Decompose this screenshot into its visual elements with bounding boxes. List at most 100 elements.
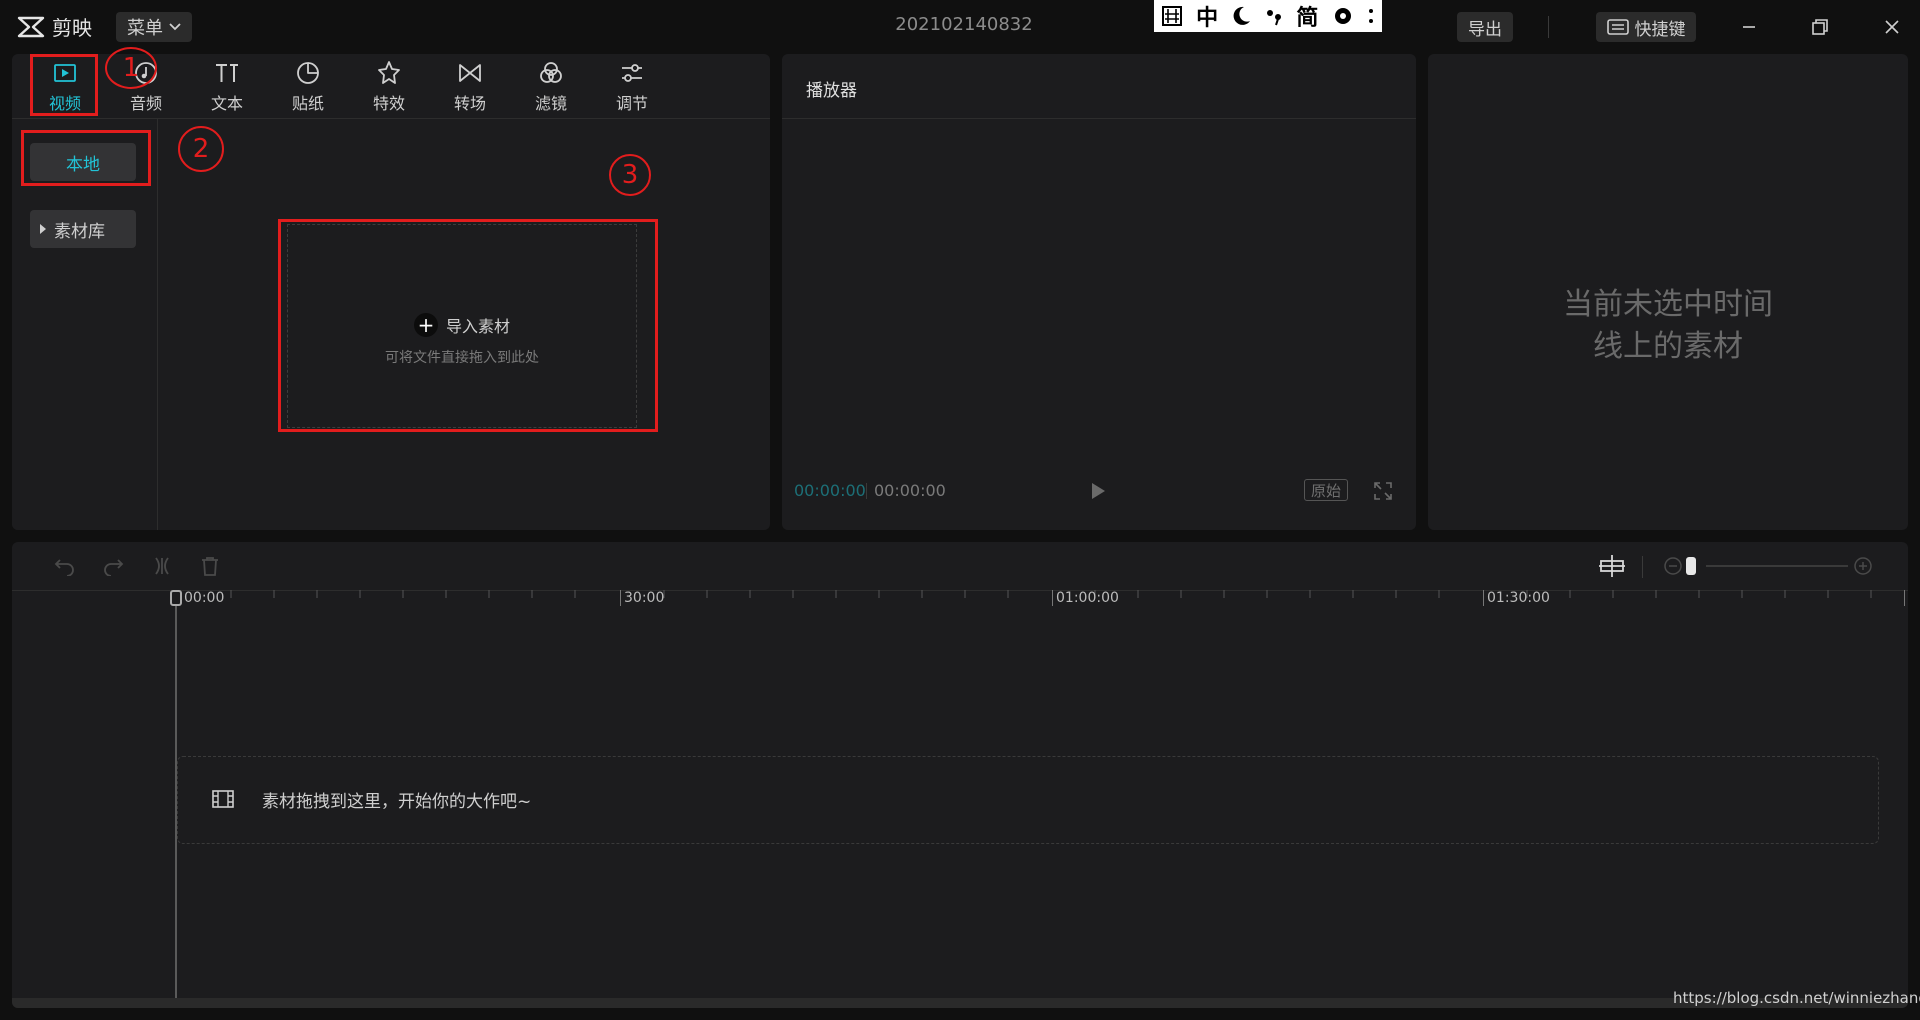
- annotation-box-import: [278, 219, 658, 432]
- player-current-time: 00:00:00: [794, 481, 866, 500]
- punctuation-icon: [1266, 10, 1281, 26]
- export-button[interactable]: 导出: [1457, 12, 1513, 42]
- tab-sticker[interactable]: 贴纸: [273, 58, 343, 116]
- zoom-slider-track[interactable]: [1706, 565, 1848, 567]
- minimize-button[interactable]: [1729, 10, 1769, 44]
- no-selection-line-2: 线上的素材: [1593, 329, 1743, 364]
- trash-icon: [202, 557, 218, 576]
- ruler-major-tick: [620, 590, 621, 606]
- shortcut-button[interactable]: 快捷键: [1596, 12, 1696, 42]
- transition-icon: [459, 64, 481, 82]
- split-icon: [155, 557, 169, 575]
- playhead-handle[interactable]: [170, 590, 182, 606]
- tab-effects[interactable]: 特效: [354, 58, 424, 116]
- tab-transition[interactable]: 转场: [435, 58, 505, 116]
- play-icon: [1092, 483, 1105, 499]
- fullscreen-icon: [1374, 482, 1392, 500]
- annotation-marker-3: 3: [609, 154, 651, 196]
- tab-transition-label: 转场: [453, 94, 486, 113]
- snap-toggle-button[interactable]: [1598, 554, 1626, 582]
- ruler-major-tick: [1483, 590, 1484, 606]
- no-selection-line-1: 当前未选中时间: [1563, 287, 1773, 322]
- annotation-marker-2: 2: [178, 126, 224, 172]
- timeline-toolbar: [12, 542, 1908, 591]
- tab-text-label: 文本: [210, 94, 243, 113]
- title-divider: [1548, 16, 1549, 38]
- redo-button[interactable]: [102, 556, 124, 580]
- undo-button[interactable]: [54, 556, 76, 580]
- minimize-icon: [1743, 26, 1755, 28]
- moon-icon: [1233, 6, 1250, 25]
- timeline-ruler[interactable]: 00:00 30:00 01:00:00 01:30:00: [12, 590, 1908, 612]
- caret-right-icon: [40, 224, 46, 234]
- ime-toolbar[interactable]: 中 简: [1154, 0, 1382, 32]
- sticker-icon: [297, 62, 319, 84]
- timeline-horizontal-scrollbar[interactable]: [12, 998, 1908, 1008]
- zoom-out-button[interactable]: [1664, 557, 1682, 579]
- player-title: 播放器: [806, 81, 857, 101]
- library-label: 素材库: [54, 221, 105, 242]
- tab-effects-label: 特效: [372, 94, 405, 113]
- close-icon: [1885, 20, 1899, 34]
- restore-icon: [1812, 19, 1828, 35]
- settings-gear-icon[interactable]: [1332, 5, 1354, 27]
- annotation-number-3: 3: [621, 160, 639, 190]
- tab-text[interactable]: 文本: [192, 58, 262, 116]
- play-button[interactable]: [1090, 482, 1106, 504]
- no-selection-message: 当前未选中时间 线上的素材: [1428, 284, 1908, 368]
- effects-star-icon: [378, 61, 400, 84]
- pinyin-grid-icon: [1161, 6, 1182, 26]
- player-time-divider: [866, 483, 867, 499]
- tab-audio-label: 音频: [129, 94, 162, 113]
- zoom-in-button[interactable]: [1854, 557, 1872, 579]
- redo-icon: [104, 559, 124, 577]
- zoom-slider-handle[interactable]: [1686, 557, 1696, 575]
- player-panel: 播放器 00:00:00 00:00:00 原始: [782, 54, 1416, 530]
- properties-panel: 当前未选中时间 线上的素材: [1428, 54, 1908, 530]
- undo-icon: [54, 559, 74, 577]
- restore-button[interactable]: [1800, 10, 1840, 44]
- ruler-major-tick: [1904, 590, 1905, 606]
- adjust-sliders-icon: [622, 64, 642, 82]
- library-button[interactable]: 素材库: [30, 210, 136, 248]
- more-dots-icon[interactable]: [1367, 6, 1375, 26]
- annotation-number-1: 1: [122, 53, 140, 83]
- aspect-original-button[interactable]: 原始: [1304, 479, 1348, 501]
- player-total-time: 00:00:00: [874, 481, 946, 500]
- annotation-box-video-tab: [30, 54, 98, 116]
- export-label: 导出: [1468, 19, 1502, 40]
- close-button[interactable]: [1872, 10, 1912, 44]
- tab-filter[interactable]: 滤镜: [516, 58, 586, 116]
- timeline-drop-zone[interactable]: 素材拖拽到这里，开始你的大作吧~: [177, 756, 1879, 844]
- ruler-label-2: 01:00:00: [1056, 590, 1119, 606]
- fullscreen-button[interactable]: [1374, 482, 1392, 504]
- text-icon: [216, 64, 238, 82]
- ruler-minor-ticks: [230, 590, 1872, 598]
- tab-adjust[interactable]: 调节: [597, 58, 667, 116]
- timeline-panel: 00:00 30:00 01:00:00 01:30:00 素材拖拽到这里，开始…: [12, 542, 1908, 1008]
- ruler-label-1: 30:00: [624, 590, 665, 606]
- tab-sticker-label: 贴纸: [291, 94, 324, 113]
- ruler-major-tick: [1052, 590, 1053, 606]
- player-header: [782, 54, 1416, 119]
- zoom-out-icon: [1664, 557, 1682, 575]
- ime-simplified-mode[interactable]: 简: [1296, 0, 1318, 32]
- keyboard-icon: [1606, 19, 1629, 35]
- ruler-label-0: 00:00: [184, 590, 225, 606]
- tab-filter-label: 滤镜: [534, 94, 567, 113]
- tab-adjust-label: 调节: [615, 94, 648, 113]
- zoom-in-icon: [1854, 557, 1872, 575]
- snap-magnet-icon: [1599, 555, 1625, 577]
- annotation-box-local: [21, 130, 151, 186]
- ime-chinese-mode[interactable]: 中: [1196, 0, 1218, 32]
- shortcut-label: 快捷键: [1634, 19, 1686, 40]
- split-button[interactable]: [152, 556, 172, 580]
- film-strip-icon: [212, 789, 234, 813]
- annotation-number-2: 2: [192, 134, 210, 164]
- filter-icon: [540, 62, 562, 83]
- toolbar-divider: [1642, 556, 1643, 578]
- timeline-drop-hint: 素材拖拽到这里，开始你的大作吧~: [262, 792, 532, 812]
- delete-button[interactable]: [200, 556, 220, 580]
- annotation-marker-1: 1: [105, 47, 157, 89]
- watermark-url: https://blog.csdn.net/winniezhang: [1673, 989, 1920, 1007]
